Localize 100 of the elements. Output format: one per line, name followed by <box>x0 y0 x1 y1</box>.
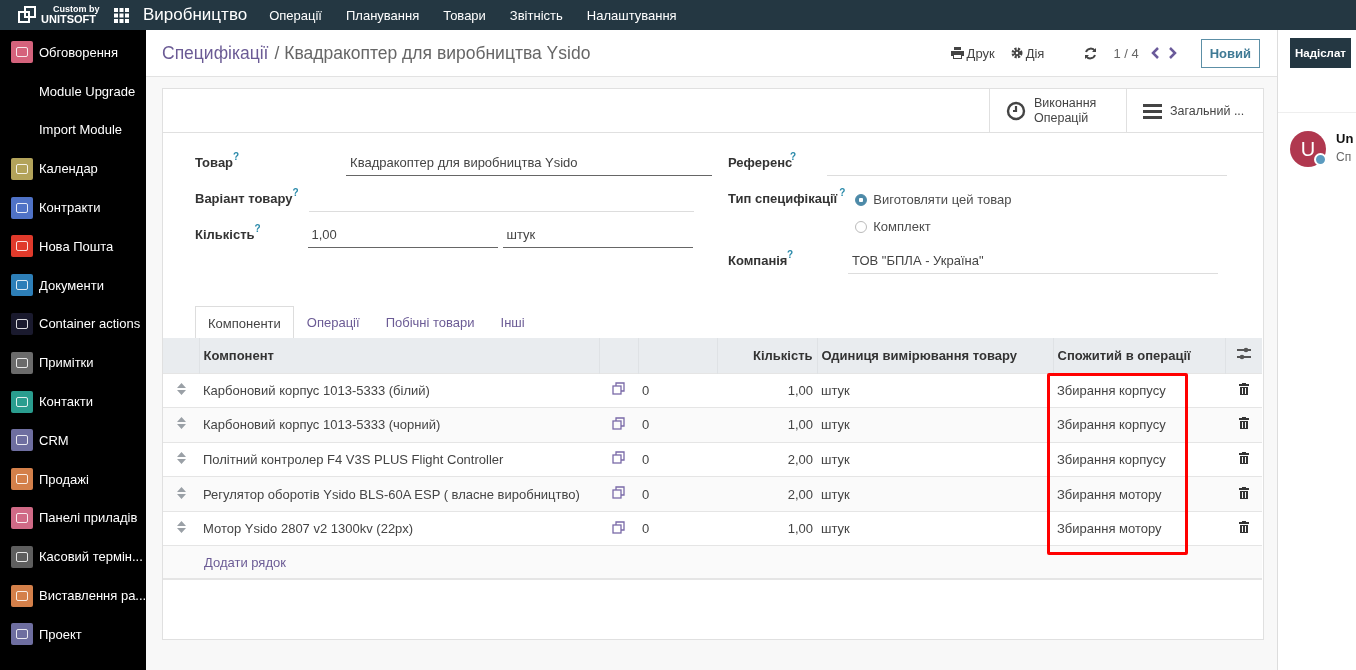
sidebar-item[interactable]: Документи <box>0 265 146 305</box>
app-icon <box>11 196 33 219</box>
logo[interactable]: Custom by UNITSOFT <box>0 5 114 25</box>
table-cell: штук <box>817 476 1053 512</box>
breadcrumb-link[interactable]: Специфікації <box>162 42 269 64</box>
app-icon <box>11 545 33 568</box>
app-icon <box>11 623 33 646</box>
table-cell: 0 <box>638 511 717 546</box>
radio-button[interactable] <box>855 193 868 206</box>
sidebar-item[interactable]: Касовий термін... <box>0 537 146 577</box>
clock-icon <box>1006 100 1026 121</box>
table-cell: Збирання корпусу <box>1053 442 1225 477</box>
app-name[interactable]: Виробництво <box>143 5 248 25</box>
trash-icon[interactable] <box>1238 486 1249 499</box>
table-cell: 1,00 <box>717 407 817 443</box>
logo-wordmark: UNITSOFT <box>41 14 96 25</box>
quantity-field[interactable]: 1,00 <box>307 223 498 248</box>
sidebar-item[interactable]: Import Module <box>0 110 146 150</box>
sidebar-item[interactable]: Панелі приладів <box>0 498 146 538</box>
table-cell: штук <box>817 442 1053 477</box>
table-cell: Карбоновий корпус 1013-5333 (білий) <box>199 373 599 408</box>
drag-handle-icon[interactable] <box>176 417 186 430</box>
field-label: Кількість <box>195 226 255 242</box>
copy-icon[interactable] <box>612 451 625 465</box>
column-header[interactable]: Кількість <box>717 338 817 373</box>
action-button[interactable]: Дія <box>1010 45 1045 61</box>
table-cell: 1,00 <box>717 373 817 408</box>
company-field[interactable]: ТОВ "БПЛА - Україна" <box>848 249 1219 274</box>
sidebar-item[interactable]: CRM <box>0 420 146 460</box>
app-icon <box>11 312 33 335</box>
sidebar-item[interactable]: Примітки <box>0 343 146 383</box>
menu-item[interactable]: Товари <box>443 7 486 23</box>
menu-item[interactable]: Звітність <box>509 7 563 23</box>
copy-icon[interactable] <box>612 520 625 534</box>
sidebar-item[interactable]: Календар <box>0 149 146 189</box>
app-icon <box>11 584 33 607</box>
table-cell: Регулятор оборотів Ysido BLS-60A ESP ( власне виробництво) <box>199 476 599 512</box>
trash-icon[interactable] <box>1238 382 1249 395</box>
help-mark[interactable]: ? <box>837 187 846 198</box>
drag-handle-icon[interactable] <box>176 521 186 534</box>
column-header[interactable]: Компонент <box>199 338 599 373</box>
menu-item[interactable]: Операції <box>269 7 322 23</box>
sidebar-item[interactable]: Проект <box>0 614 146 654</box>
printer-icon <box>950 47 964 59</box>
apps-grid-icon[interactable] <box>114 7 129 23</box>
next-icon[interactable] <box>1166 47 1177 59</box>
table-cell: Збирання мотору <box>1053 476 1225 512</box>
tab[interactable]: Інші <box>487 305 538 338</box>
breadcrumb-current: / Квадракоптер для виробництва Ysido <box>274 42 591 64</box>
sidebar-item[interactable]: Контакти <box>0 382 146 421</box>
trash-icon[interactable] <box>1238 417 1249 430</box>
copy-icon[interactable] <box>612 382 625 396</box>
app-icon <box>11 390 33 413</box>
message-preview: Сп <box>1336 150 1353 164</box>
app-icon <box>11 429 33 452</box>
radio-button[interactable] <box>855 220 868 233</box>
field-label: Товар <box>195 155 234 170</box>
drag-handle-icon[interactable] <box>176 452 186 464</box>
tab[interactable]: Компоненти <box>195 306 294 339</box>
trash-icon[interactable] <box>1238 452 1249 464</box>
table-cell: 2,00 <box>717 476 817 512</box>
app-icon <box>11 506 33 529</box>
table-cell: 0 <box>638 407 717 443</box>
previous-icon[interactable] <box>1150 47 1161 59</box>
app-icon <box>11 41 33 64</box>
menu-item[interactable]: Планування <box>346 7 420 23</box>
refresh-icon[interactable] <box>1084 46 1098 60</box>
drag-handle-icon[interactable] <box>176 382 186 395</box>
unit-field[interactable]: штук <box>502 223 693 248</box>
settings-icon[interactable] <box>1236 347 1251 361</box>
table-cell: Збирання корпусу <box>1053 407 1225 443</box>
sidebar-item[interactable]: Обговорення <box>0 33 146 72</box>
sidebar-item[interactable]: Module Upgrade <box>0 71 146 111</box>
column-header[interactable]: Одиниця вимірювання товару <box>817 338 1053 373</box>
sidebar-item[interactable]: Продажі <box>0 459 146 499</box>
add-line-link[interactable]: Додати рядок <box>200 554 286 570</box>
radio-option[interactable]: Виготовляти цей товар <box>855 192 1012 207</box>
sidebar-item[interactable]: Нова Пошта <box>0 227 146 266</box>
radio-option[interactable]: Комплект <box>855 219 1012 234</box>
sidebar-item[interactable]: Виставлення ра... <box>0 576 146 615</box>
trash-icon[interactable] <box>1238 521 1249 534</box>
sidebar-item[interactable]: Контракти <box>0 188 146 227</box>
tab[interactable]: Операції <box>293 305 373 338</box>
table-cell: Збирання мотору <box>1053 511 1225 546</box>
app-icon <box>11 157 33 180</box>
pager-counter: 1 / 4 <box>1113 45 1139 61</box>
drag-handle-icon[interactable] <box>176 486 186 499</box>
print-button[interactable]: Друк <box>950 45 995 61</box>
sidebar-item[interactable]: Container actions <box>0 304 146 344</box>
copy-icon[interactable] <box>612 486 625 500</box>
send-button[interactable]: Надіслат <box>1290 38 1351 68</box>
menu-item[interactable]: Налаштування <box>586 7 677 23</box>
tab[interactable]: Побічні товари <box>372 305 488 338</box>
product-field[interactable]: Квадракоптер для виробництва Ysido <box>346 151 713 176</box>
copy-icon[interactable] <box>612 416 625 430</box>
column-header[interactable]: Спожитий в операції <box>1053 338 1225 373</box>
field-label: Варіант товару <box>195 191 293 206</box>
table-cell: Карбоновий корпус 1013-5333 (чорний) <box>199 407 599 443</box>
app-icon <box>11 351 33 374</box>
new-button[interactable]: Новий <box>1200 38 1260 68</box>
